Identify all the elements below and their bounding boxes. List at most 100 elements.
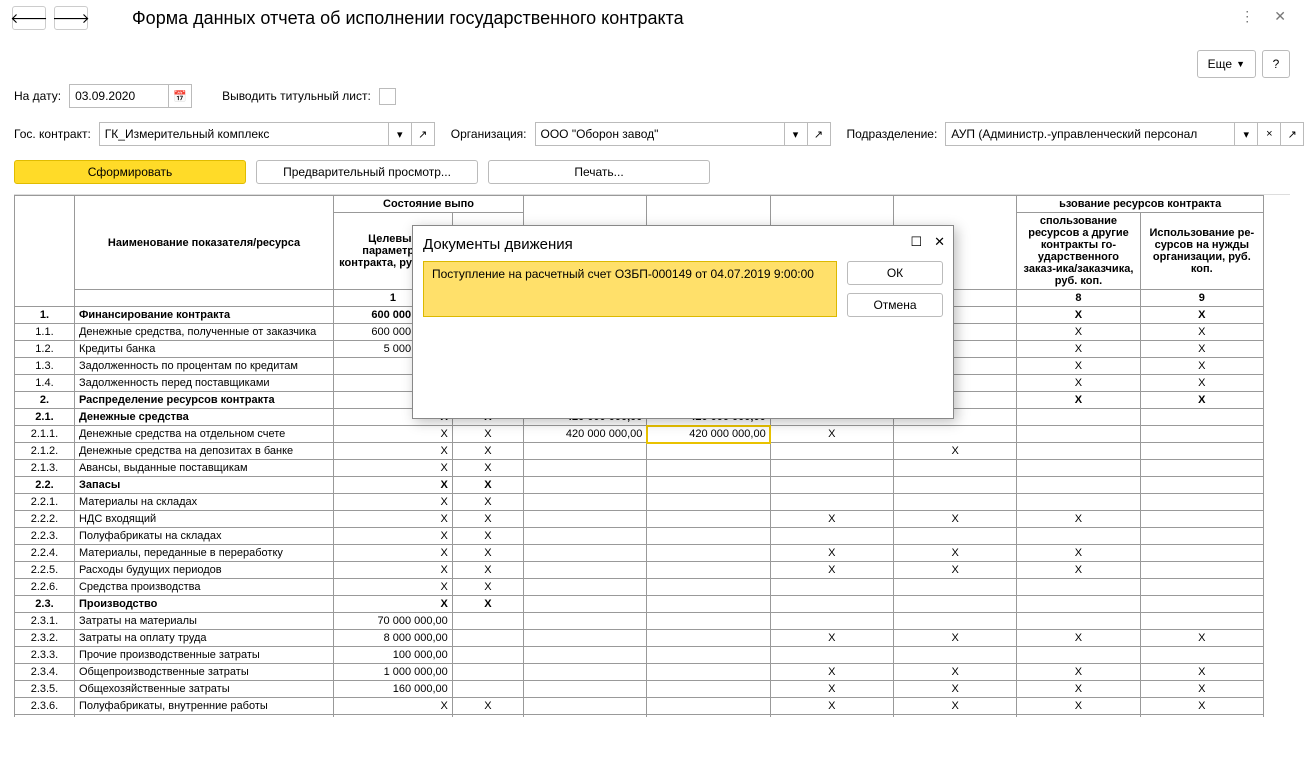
table-cell[interactable]: 2.2.2.	[15, 511, 75, 528]
table-cell[interactable]: Задолженность по процентам по кредитам	[74, 358, 333, 375]
table-cell[interactable]	[524, 562, 647, 579]
table-cell[interactable]	[894, 579, 1017, 596]
contract-open-icon[interactable]: ↗	[412, 122, 435, 146]
table-cell[interactable]	[1140, 494, 1263, 511]
table-cell[interactable]	[1017, 647, 1140, 664]
table-cell[interactable]	[1140, 409, 1263, 426]
table-cell[interactable]: X	[894, 630, 1017, 647]
table-cell[interactable]: X	[452, 477, 523, 494]
table-cell[interactable]: 1.4.	[15, 375, 75, 392]
table-cell[interactable]: X	[452, 460, 523, 477]
table-cell[interactable]: 2.2.4.	[15, 545, 75, 562]
table-cell[interactable]: X	[334, 528, 453, 545]
table-cell[interactable]: X	[894, 511, 1017, 528]
table-cell[interactable]: X	[334, 596, 453, 613]
table-row[interactable]: 2.2.2.НДС входящийXXXXX	[15, 511, 1264, 528]
table-cell[interactable]: X	[334, 477, 453, 494]
dialog-cancel-button[interactable]: Отмена	[847, 293, 943, 317]
table-cell[interactable]: X	[1140, 375, 1263, 392]
table-cell[interactable]	[524, 681, 647, 698]
table-cell[interactable]: X	[334, 426, 453, 443]
table-cell[interactable]	[1017, 494, 1140, 511]
table-cell[interactable]: X	[894, 545, 1017, 562]
table-cell[interactable]	[1140, 443, 1263, 460]
table-cell[interactable]	[647, 460, 770, 477]
table-row[interactable]: 2.3.3.Прочие производственные затраты100…	[15, 647, 1264, 664]
org-open-icon[interactable]: ↗	[808, 122, 831, 146]
table-cell[interactable]: X	[334, 545, 453, 562]
table-cell[interactable]: X	[452, 562, 523, 579]
table-cell[interactable]	[770, 647, 893, 664]
table-cell[interactable]	[452, 647, 523, 664]
more-button[interactable]: Еще ▼	[1197, 50, 1256, 78]
table-cell[interactable]	[647, 579, 770, 596]
table-cell[interactable]	[770, 596, 893, 613]
table-cell[interactable]: X	[1017, 307, 1140, 324]
table-cell[interactable]	[1140, 545, 1263, 562]
table-cell[interactable]: Общепроизводственные затраты	[74, 664, 333, 681]
table-cell[interactable]: X	[1017, 715, 1140, 718]
table-cell[interactable]: 2.3.5.	[15, 681, 75, 698]
table-row[interactable]: 2.3.6.Полуфабрикаты, внутренние работыXX…	[15, 698, 1264, 715]
nav-forward-button[interactable]: 🡒	[54, 6, 88, 30]
table-cell[interactable]: X	[894, 698, 1017, 715]
table-row[interactable]: 2.3.4.Общепроизводственные затраты1 000 …	[15, 664, 1264, 681]
table-cell[interactable]: 2.2.3.	[15, 528, 75, 545]
table-cell[interactable]	[647, 664, 770, 681]
table-cell[interactable]	[647, 477, 770, 494]
table-cell[interactable]	[524, 715, 647, 718]
table-cell[interactable]: X	[334, 698, 453, 715]
table-row[interactable]: 2.1.3.Авансы, выданные поставщикамXX	[15, 460, 1264, 477]
table-cell[interactable]: X	[1140, 630, 1263, 647]
table-cell[interactable]	[1140, 426, 1263, 443]
table-cell[interactable]	[524, 579, 647, 596]
table-cell[interactable]: Полуфабрикаты на складах	[74, 528, 333, 545]
table-cell[interactable]	[1140, 579, 1263, 596]
table-cell[interactable]: 1.	[15, 307, 75, 324]
contract-dropdown-icon[interactable]: ▾	[389, 122, 412, 146]
table-cell[interactable]	[770, 460, 893, 477]
table-cell[interactable]: X	[894, 664, 1017, 681]
table-cell[interactable]	[1140, 477, 1263, 494]
table-cell[interactable]	[1017, 613, 1140, 630]
table-cell[interactable]: 2.3.	[15, 596, 75, 613]
table-cell[interactable]: Денежные средства на депозитах в банке	[74, 443, 333, 460]
table-cell[interactable]	[894, 613, 1017, 630]
table-cell[interactable]: 2.2.1.	[15, 494, 75, 511]
table-cell[interactable]	[770, 613, 893, 630]
table-cell[interactable]: X	[1140, 681, 1263, 698]
table-cell[interactable]	[647, 562, 770, 579]
table-cell[interactable]	[770, 579, 893, 596]
date-input[interactable]	[69, 84, 169, 108]
table-cell[interactable]: 420 000 000,00	[524, 426, 647, 443]
table-cell[interactable]: X	[770, 562, 893, 579]
table-cell[interactable]	[647, 511, 770, 528]
table-cell[interactable]	[1017, 579, 1140, 596]
table-cell[interactable]: 1.2.	[15, 341, 75, 358]
table-cell[interactable]	[1140, 528, 1263, 545]
table-cell[interactable]: 2.3.4.	[15, 664, 75, 681]
table-row[interactable]: 2.2.4.Материалы, переданные в переработк…	[15, 545, 1264, 562]
table-cell[interactable]: Денежные средства, полученные от заказчи…	[74, 324, 333, 341]
contract-input[interactable]	[99, 122, 389, 146]
table-cell[interactable]: 2.1.	[15, 409, 75, 426]
table-row[interactable]: 2.3.5.Общехозяйственные затраты160 000,0…	[15, 681, 1264, 698]
table-cell[interactable]: Выпуск полуфабрикатов, внутренних работ	[74, 715, 333, 718]
table-cell[interactable]: 420 000 000,00	[647, 426, 770, 443]
calendar-icon[interactable]: 📅	[169, 84, 192, 108]
titlepage-checkbox[interactable]	[379, 88, 396, 105]
table-cell[interactable]: X	[334, 715, 453, 718]
table-cell[interactable]	[647, 494, 770, 511]
table-cell[interactable]: Средства производства	[74, 579, 333, 596]
table-cell[interactable]	[524, 630, 647, 647]
table-cell[interactable]	[894, 460, 1017, 477]
table-row[interactable]: 2.2.1.Материалы на складахXX	[15, 494, 1264, 511]
table-cell[interactable]: X	[1017, 375, 1140, 392]
kebab-menu-icon[interactable]: ⋮	[1236, 6, 1258, 27]
table-cell[interactable]	[647, 698, 770, 715]
table-cell[interactable]: Финансирование контракта	[74, 307, 333, 324]
table-cell[interactable]	[524, 647, 647, 664]
table-cell[interactable]: 160 000,00	[334, 681, 453, 698]
table-cell[interactable]	[770, 528, 893, 545]
table-cell[interactable]: X	[1140, 664, 1263, 681]
